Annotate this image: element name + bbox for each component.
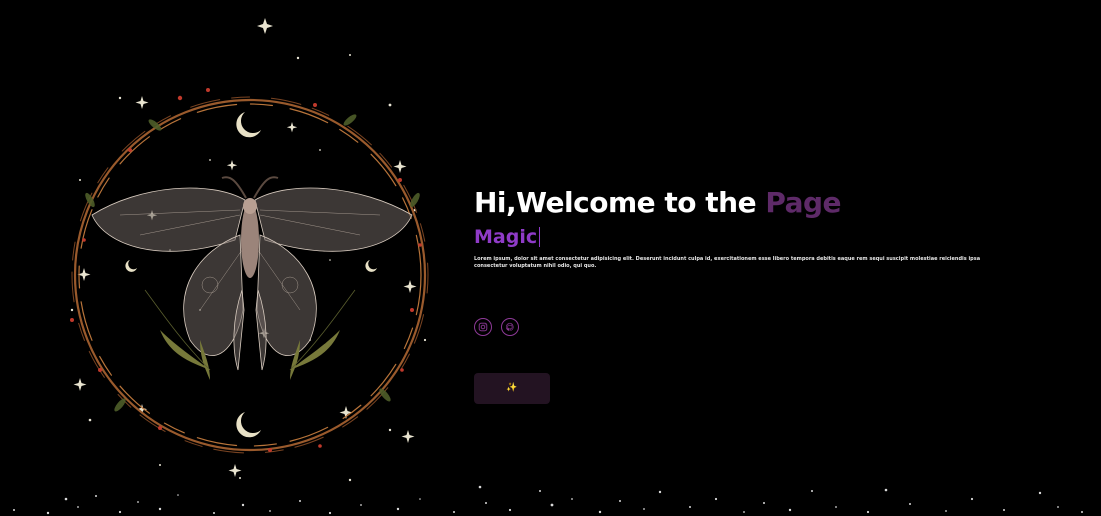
title-main-text: Hi,Welcome to the: [474, 186, 766, 219]
moth-illustration: [60, 10, 440, 490]
instagram-link[interactable]: [474, 318, 492, 336]
typing-caret: [539, 227, 541, 247]
hero-description: Lorem ipsum, dolor sit amet consectetur …: [474, 256, 981, 269]
magic-button[interactable]: ✨: [474, 373, 550, 404]
sparkle-icon: ✨: [506, 383, 518, 393]
title-accent-text: Page: [765, 186, 842, 219]
page: Hi,Welcome to the Page Magic Lorem ipsum…: [0, 0, 1101, 516]
github-icon: [505, 322, 514, 331]
page-title: Hi,Welcome to the Page: [474, 184, 1034, 222]
hero-content: Hi,Welcome to the Page Magic Lorem ipsum…: [474, 184, 1034, 270]
typed-word: Magic: [474, 226, 538, 248]
starfield-decoration: [0, 455, 1101, 516]
github-link[interactable]: [501, 318, 519, 336]
typed-text-line: Magic: [474, 224, 1034, 250]
instagram-icon: [478, 322, 488, 332]
social-links: [474, 318, 519, 336]
